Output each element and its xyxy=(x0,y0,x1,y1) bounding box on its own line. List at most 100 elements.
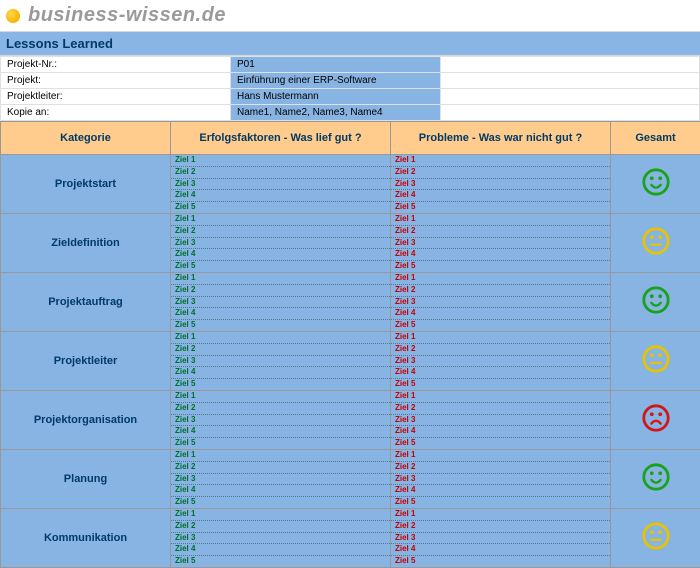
ziel-item: Ziel 2 xyxy=(391,403,610,415)
ziel-item: Ziel 1 xyxy=(171,214,390,226)
ziel-list: Ziel 1Ziel 2Ziel 3Ziel 4Ziel 5 xyxy=(391,332,610,390)
ziel-item: Ziel 2 xyxy=(391,285,610,297)
ziel-list: Ziel 1Ziel 2Ziel 3Ziel 4Ziel 5 xyxy=(391,450,610,508)
meta-spacer xyxy=(441,57,700,73)
ziel-item: Ziel 1 xyxy=(391,509,610,521)
category-cell: Zieldefinition xyxy=(1,213,171,272)
category-cell: Projektstart xyxy=(1,155,171,214)
ziel-item: Ziel 2 xyxy=(391,462,610,474)
ziel-item: Ziel 4 xyxy=(171,426,390,438)
ziel-item: Ziel 2 xyxy=(171,167,390,179)
category-cell: Planung xyxy=(1,449,171,508)
ziel-item: Ziel 2 xyxy=(391,226,610,238)
ziel-item: Ziel 1 xyxy=(171,509,390,521)
smiley-happy-green-icon xyxy=(641,167,671,197)
ziel-item: Ziel 5 xyxy=(171,438,390,449)
ziel-item: Ziel 3 xyxy=(171,297,390,309)
ziel-item: Ziel 4 xyxy=(171,367,390,379)
category-cell: Projektorganisation xyxy=(1,390,171,449)
ziel-item: Ziel 2 xyxy=(391,167,610,179)
rating-cell xyxy=(611,213,700,272)
category-cell: Projektauftrag xyxy=(1,272,171,331)
success-cell: Ziel 1Ziel 2Ziel 3Ziel 4Ziel 5 xyxy=(171,449,391,508)
ziel-item: Ziel 3 xyxy=(171,356,390,368)
table-row: ProjektstartZiel 1Ziel 2Ziel 3Ziel 4Ziel… xyxy=(1,155,700,214)
smiley-happy-green-icon xyxy=(641,285,671,315)
meta-value: Hans Mustermann xyxy=(231,89,441,105)
col-erfolg: Erfolgsfaktoren - Was lief gut ? xyxy=(171,122,391,155)
brand-name: business-wissen.de xyxy=(28,4,226,27)
ziel-item: Ziel 3 xyxy=(171,179,390,191)
ziel-item: Ziel 5 xyxy=(391,556,610,567)
col-gesamt: Gesamt xyxy=(611,122,700,155)
ziel-item: Ziel 3 xyxy=(171,415,390,427)
ziel-item: Ziel 2 xyxy=(171,285,390,297)
meta-label: Projektleiter: xyxy=(1,89,231,105)
ziel-item: Ziel 2 xyxy=(171,226,390,238)
page-title: Lessons Learned xyxy=(0,31,700,56)
meta-spacer xyxy=(441,73,700,89)
ziel-item: Ziel 5 xyxy=(171,202,390,213)
table-row: ProjektauftragZiel 1Ziel 2Ziel 3Ziel 4Zi… xyxy=(1,272,700,331)
ziel-item: Ziel 3 xyxy=(171,533,390,545)
smiley-sad-red-icon xyxy=(641,403,671,433)
ziel-list: Ziel 1Ziel 2Ziel 3Ziel 4Ziel 5 xyxy=(391,391,610,449)
ziel-item: Ziel 5 xyxy=(171,261,390,272)
ziel-item: Ziel 3 xyxy=(171,238,390,250)
ziel-item: Ziel 1 xyxy=(171,450,390,462)
col-probleme: Probleme - Was war nicht gut ? xyxy=(391,122,611,155)
problem-cell: Ziel 1Ziel 2Ziel 3Ziel 4Ziel 5 xyxy=(391,390,611,449)
problem-cell: Ziel 1Ziel 2Ziel 3Ziel 4Ziel 5 xyxy=(391,213,611,272)
ziel-list: Ziel 1Ziel 2Ziel 3Ziel 4Ziel 5 xyxy=(171,155,390,213)
ziel-list: Ziel 1Ziel 2Ziel 3Ziel 4Ziel 5 xyxy=(391,273,610,331)
logo-dot-icon xyxy=(6,9,20,23)
ziel-item: Ziel 3 xyxy=(391,474,610,486)
meta-value: Name1, Name2, Name3, Name4 xyxy=(231,105,441,121)
ziel-item: Ziel 5 xyxy=(391,379,610,390)
ziel-item: Ziel 3 xyxy=(391,238,610,250)
ziel-item: Ziel 5 xyxy=(391,320,610,331)
ziel-list: Ziel 1Ziel 2Ziel 3Ziel 4Ziel 5 xyxy=(171,273,390,331)
ziel-item: Ziel 4 xyxy=(171,190,390,202)
project-meta: Projekt-Nr.:P01Projekt:Einführung einer … xyxy=(0,56,700,121)
meta-spacer xyxy=(441,105,700,121)
ziel-item: Ziel 4 xyxy=(391,249,610,261)
smiley-neutral-yellow-icon xyxy=(641,226,671,256)
ziel-item: Ziel 4 xyxy=(171,249,390,261)
success-cell: Ziel 1Ziel 2Ziel 3Ziel 4Ziel 5 xyxy=(171,213,391,272)
ziel-item: Ziel 3 xyxy=(391,297,610,309)
ziel-item: Ziel 4 xyxy=(391,544,610,556)
meta-label: Projekt: xyxy=(1,73,231,89)
ziel-item: Ziel 1 xyxy=(391,332,610,344)
ziel-item: Ziel 5 xyxy=(171,379,390,390)
meta-value: P01 xyxy=(231,57,441,73)
smiley-neutral-yellow-icon xyxy=(641,521,671,551)
ziel-item: Ziel 4 xyxy=(391,367,610,379)
table-row: ProjektleiterZiel 1Ziel 2Ziel 3Ziel 4Zie… xyxy=(1,331,700,390)
ziel-item: Ziel 4 xyxy=(171,544,390,556)
rating-cell xyxy=(611,390,700,449)
ziel-item: Ziel 4 xyxy=(171,308,390,320)
ziel-item: Ziel 1 xyxy=(391,155,610,167)
app-header: business-wissen.de xyxy=(0,0,700,31)
success-cell: Ziel 1Ziel 2Ziel 3Ziel 4Ziel 5 xyxy=(171,272,391,331)
ziel-item: Ziel 3 xyxy=(391,415,610,427)
ziel-list: Ziel 1Ziel 2Ziel 3Ziel 4Ziel 5 xyxy=(391,214,610,272)
table-row: KommunikationZiel 1Ziel 2Ziel 3Ziel 4Zie… xyxy=(1,508,700,567)
success-cell: Ziel 1Ziel 2Ziel 3Ziel 4Ziel 5 xyxy=(171,155,391,214)
meta-value: Einführung einer ERP-Software xyxy=(231,73,441,89)
smiley-happy-green-icon xyxy=(641,462,671,492)
meta-label: Projekt-Nr.: xyxy=(1,57,231,73)
ziel-list: Ziel 1Ziel 2Ziel 3Ziel 4Ziel 5 xyxy=(391,155,610,213)
meta-spacer xyxy=(441,89,700,105)
ziel-list: Ziel 1Ziel 2Ziel 3Ziel 4Ziel 5 xyxy=(171,332,390,390)
category-cell: Projektleiter xyxy=(1,331,171,390)
lessons-table: Kategorie Erfolgsfaktoren - Was lief gut… xyxy=(0,121,700,568)
rating-cell xyxy=(611,508,700,567)
ziel-item: Ziel 2 xyxy=(171,521,390,533)
ziel-list: Ziel 1Ziel 2Ziel 3Ziel 4Ziel 5 xyxy=(171,450,390,508)
success-cell: Ziel 1Ziel 2Ziel 3Ziel 4Ziel 5 xyxy=(171,390,391,449)
ziel-item: Ziel 3 xyxy=(391,356,610,368)
ziel-item: Ziel 1 xyxy=(391,273,610,285)
ziel-list: Ziel 1Ziel 2Ziel 3Ziel 4Ziel 5 xyxy=(171,391,390,449)
